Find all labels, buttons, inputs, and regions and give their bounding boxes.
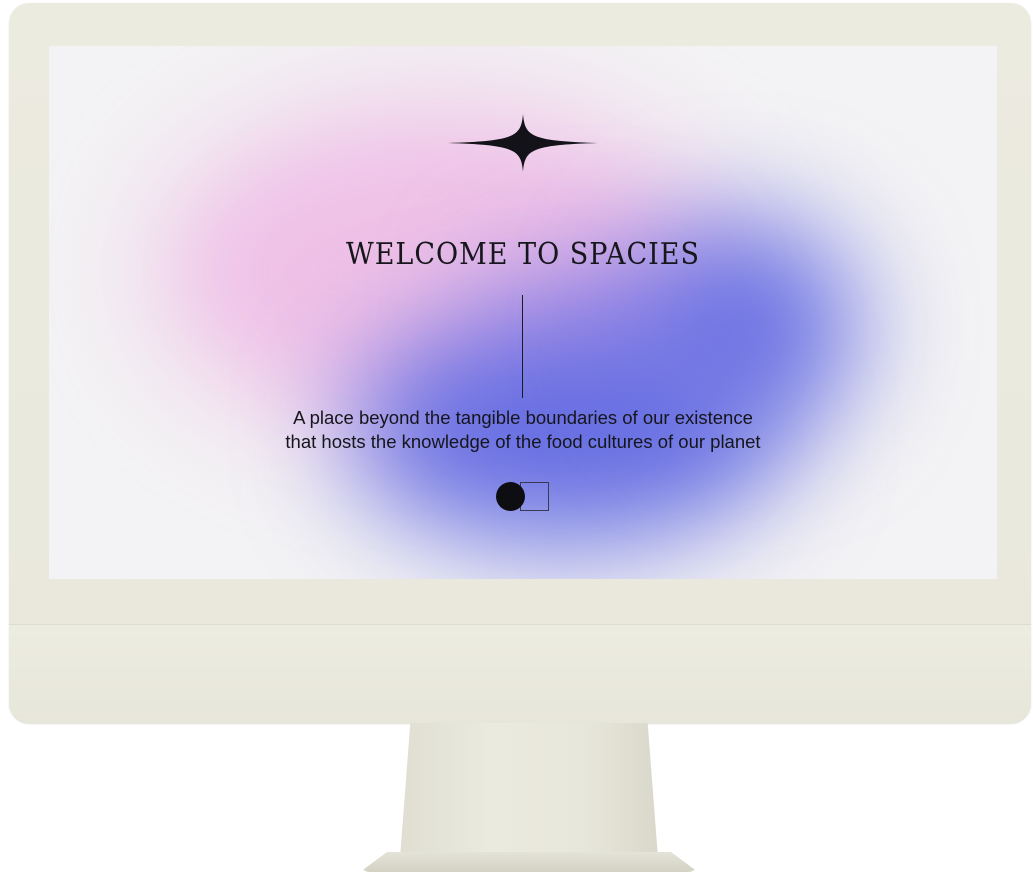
hero-subtitle-line-1: A place beyond the tangible boundaries o… <box>293 407 753 428</box>
monitor-stand-neck <box>400 723 658 858</box>
hero-title: WELCOME TO SPACIES <box>345 237 701 272</box>
toggle-circle-icon <box>496 482 525 511</box>
hero-subtitle: A place beyond the tangible boundaries o… <box>49 406 997 454</box>
circle-square-toggle[interactable] <box>494 480 554 514</box>
monitor-screen: WELCOME TO SPACIES A place beyond the ta… <box>49 46 997 579</box>
vertical-divider <box>522 295 523 398</box>
hero-subtitle-line-2: that hosts the knowledge of the food cul… <box>285 431 761 452</box>
desktop-mockup: WELCOME TO SPACIES A place beyond the ta… <box>0 0 1033 874</box>
four-point-star-icon <box>448 114 598 172</box>
monitor-chin <box>9 624 1031 724</box>
monitor-stand-base <box>360 852 698 872</box>
